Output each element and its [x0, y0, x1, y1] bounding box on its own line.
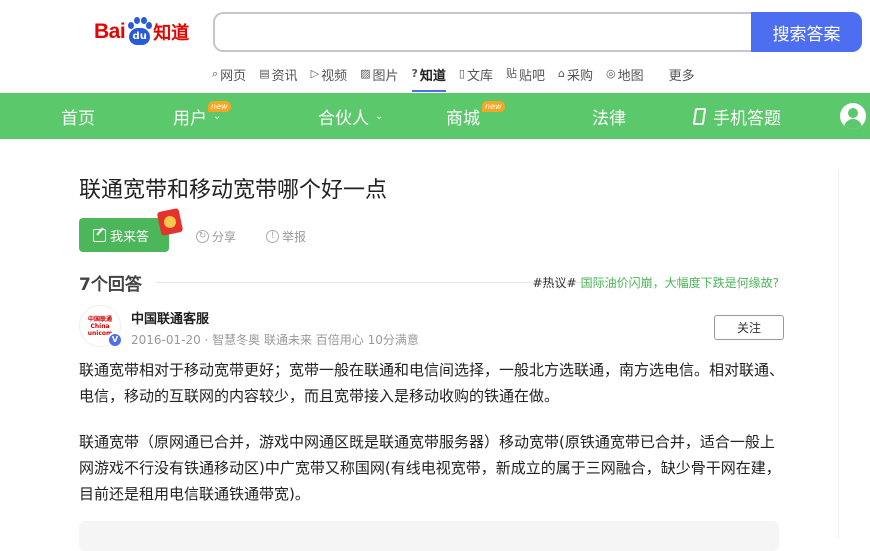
nav-partner[interactable]: 合伙人 ⌄ [318, 93, 383, 139]
map-icon: ◎ [606, 67, 616, 80]
nav-user[interactable]: 用户 new ⌄ [173, 93, 231, 139]
search-input[interactable] [215, 14, 753, 50]
paw-icon: du [126, 17, 153, 47]
header: Bai du 知道 搜索答案 ⌕ 网页 ▤ 资讯 ▷ 视频 ▨ 图片 ? 知道 ▯ 文库 贴… [0, 0, 870, 93]
channel-purchase[interactable]: ⌂ 采购 [558, 64, 593, 92]
new-badge: new [482, 101, 505, 112]
divider [838, 170, 839, 538]
share-label: 分享 [212, 230, 237, 244]
nav-mall[interactable]: 商城 new [446, 93, 505, 139]
verified-badge: V [107, 332, 123, 348]
nav-user-label: 用户 [173, 108, 207, 129]
report-label: 举报 [282, 230, 307, 244]
hot-tag: #热议# [532, 276, 577, 290]
channel-image[interactable]: ▨ 图片 [360, 64, 398, 92]
logo-zhidao-text: 知道 [153, 23, 190, 44]
answer-paragraph: 联通宽带（原网通已合并，游戏中网通区既是联通宽带服务器）移动宽带(原铁通宽带已合… [79, 433, 781, 503]
shop-icon: ⌂ [558, 67, 565, 80]
answer-button-label: 我来答 [110, 229, 150, 245]
chevron-down-icon: ⌄ [213, 110, 222, 122]
report-button[interactable]: ! 举报 [266, 228, 306, 245]
answer-paragraph: 联通宽带相对于移动宽带更好；宽带一般在联通和电信间选择，一般北方选联通，南方选电… [79, 361, 785, 405]
report-icon: ! [266, 230, 279, 243]
hot-topic-link[interactable]: 国际油价闪崩，大幅度下跌是何缘故? [581, 276, 779, 290]
channel-nav: ⌕ 网页 ▤ 资讯 ▷ 视频 ▨ 图片 ? 知道 ▯ 文库 贴贴吧 ⌂ 采购 ◎ 地图 更多 [212, 64, 708, 92]
question-title: 联通宽带和移动宽带哪个好一点 [79, 178, 388, 203]
nav-partner-label: 合伙人 [318, 108, 369, 129]
channel-web[interactable]: ⌕ 网页 [212, 64, 246, 92]
red-envelope-icon [156, 207, 184, 237]
search-box [213, 12, 753, 52]
follow-button[interactable]: 关注 [714, 315, 784, 340]
phone-icon [692, 107, 707, 125]
answers-count: 7个回答 [79, 275, 142, 295]
baidu-zhidao-logo[interactable]: Bai du 知道 [94, 14, 189, 50]
answerer-name[interactable]: 中国联通客服 [131, 308, 209, 327]
tieba-icon: 贴 [506, 67, 517, 80]
channel-video[interactable]: ▷ 视频 [311, 64, 347, 92]
nav-mobile-label: 手机答题 [713, 108, 781, 129]
document-icon: ▯ [458, 67, 465, 80]
channel-news[interactable]: ▤ 资讯 [259, 64, 297, 92]
content-card [79, 521, 779, 551]
user-avatar-icon[interactable] [840, 103, 866, 129]
hot-topic: #热议# 国际油价闪崩，大幅度下跌是何缘故? [533, 274, 780, 291]
search-button[interactable]: 搜索答案 [751, 12, 862, 52]
nav-mobile-answer[interactable]: 手机答题 [692, 93, 781, 139]
nav-mall-label: 商城 [446, 108, 480, 129]
channel-tieba[interactable]: 贴贴吧 [506, 64, 545, 92]
answers-header: 7个回答 #热议# 国际油价闪崩，大幅度下跌是何缘故? [79, 270, 780, 295]
nav-law[interactable]: 法律 [592, 93, 626, 139]
answer-button[interactable]: 我来答 [79, 218, 169, 252]
video-icon: ▷ [310, 67, 320, 80]
new-badge: new [208, 101, 231, 112]
logo-bai-text: Bai [94, 20, 126, 43]
channel-zhidao[interactable]: ? 知道 [411, 64, 446, 92]
news-icon: ▤ [259, 67, 270, 80]
channel-more[interactable]: 更多 [669, 64, 695, 92]
main-nav: 首页 用户 new ⌄ 合伙人 ⌄ 商城 new 法律 手机答题 [0, 93, 870, 139]
share-button[interactable]: ↻ 分享 [196, 228, 236, 245]
chevron-down-icon: ⌄ [375, 110, 384, 122]
nav-home[interactable]: 首页 [61, 93, 95, 139]
share-icon: ↻ [196, 230, 209, 243]
edit-icon [93, 228, 106, 242]
channel-map[interactable]: ◎ 地图 [606, 64, 644, 92]
search-icon: ⌕ [212, 67, 219, 80]
question-icon: ? [411, 67, 418, 80]
channel-wenku[interactable]: ▯ 文库 [459, 64, 493, 92]
answer-meta: 2016-01-20 · 智慧冬奥 联通未来 百倍用心 10分满意 [131, 333, 419, 347]
image-icon: ▨ [360, 67, 371, 80]
